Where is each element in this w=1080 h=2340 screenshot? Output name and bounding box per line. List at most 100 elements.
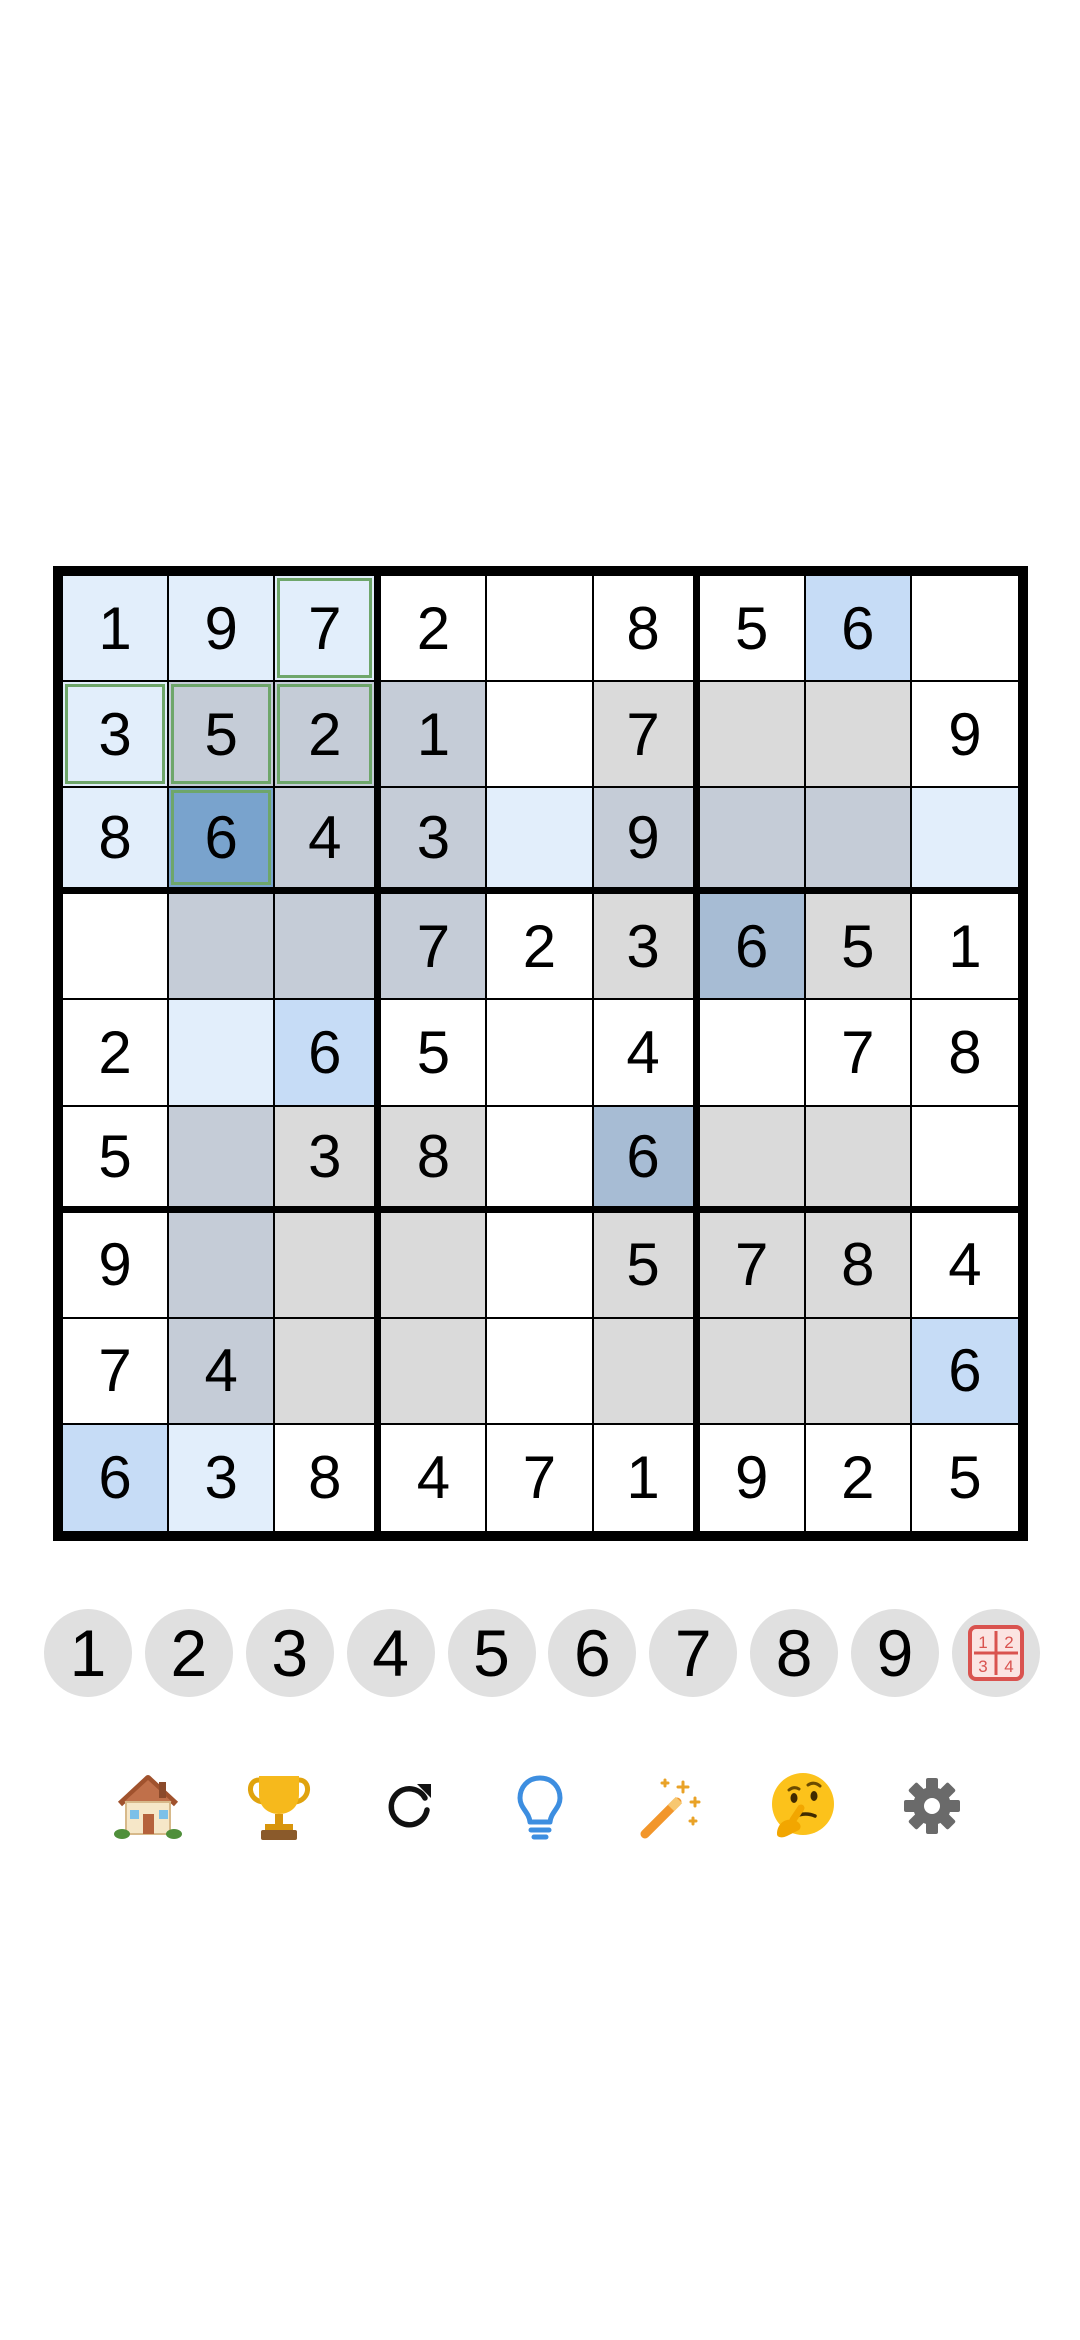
home-button[interactable]	[110, 1768, 186, 1844]
cell-r1-c7[interactable]: 5	[699, 576, 806, 683]
cell-r4-c7[interactable]: 6	[699, 894, 806, 1001]
restart-button[interactable]	[371, 1768, 447, 1844]
cell-r1-c8[interactable]: 6	[805, 576, 912, 683]
cell-r4-c1[interactable]	[63, 894, 170, 1001]
cell-r6-c1[interactable]: 5	[63, 1106, 170, 1213]
cell-r4-c2[interactable]	[169, 894, 276, 1001]
cell-r4-c8[interactable]: 5	[805, 894, 912, 1001]
cell-r5-c9[interactable]: 8	[911, 1000, 1018, 1107]
cell-r5-c1[interactable]: 2	[63, 1000, 170, 1107]
cell-r2-c6[interactable]: 7	[593, 682, 700, 789]
sudoku-board: 1972856352179864397236512654785386957847…	[53, 566, 1028, 1541]
cell-r2-c2[interactable]: 5	[169, 682, 276, 789]
cell-r3-c7[interactable]	[699, 788, 806, 895]
digit-8-button[interactable]: 8	[750, 1609, 839, 1697]
cell-r9-c4[interactable]: 4	[381, 1424, 488, 1531]
cell-r9-c7[interactable]: 9	[699, 1424, 806, 1531]
cell-r2-c7[interactable]	[699, 682, 806, 789]
cell-r5-c4[interactable]: 5	[381, 1000, 488, 1107]
cell-r6-c5[interactable]	[487, 1106, 594, 1213]
cell-r8-c1[interactable]: 7	[63, 1318, 170, 1425]
cell-r4-c9[interactable]: 1	[911, 894, 1018, 1001]
cell-r6-c7[interactable]	[699, 1106, 806, 1213]
cell-r6-c4[interactable]: 8	[381, 1106, 488, 1213]
cell-r9-c1[interactable]: 6	[63, 1424, 170, 1531]
cell-r8-c6[interactable]	[593, 1318, 700, 1425]
cell-r5-c7[interactable]	[699, 1000, 806, 1107]
cell-r7-c3[interactable]	[275, 1212, 382, 1319]
cell-r8-c2[interactable]: 4	[169, 1318, 276, 1425]
cell-r7-c7[interactable]: 7	[699, 1212, 806, 1319]
cell-r1-c1[interactable]: 1	[63, 576, 170, 683]
cell-r5-c8[interactable]: 7	[805, 1000, 912, 1107]
cell-r2-c9[interactable]: 9	[911, 682, 1018, 789]
digit-9-button[interactable]: 9	[851, 1609, 939, 1697]
digit-4-button[interactable]: 4	[346, 1609, 435, 1697]
cell-r9-c9[interactable]: 5	[911, 1424, 1018, 1531]
cell-r6-c6[interactable]: 6	[593, 1106, 700, 1213]
cell-r3-c2[interactable]: 6	[169, 788, 276, 895]
cell-r2-c8[interactable]	[805, 682, 912, 789]
cell-r3-c4[interactable]: 3	[381, 788, 488, 895]
cell-r1-c5[interactable]	[487, 576, 594, 683]
cell-r9-c3[interactable]: 8	[275, 1424, 382, 1531]
cell-r6-c2[interactable]	[169, 1106, 276, 1213]
cell-r8-c5[interactable]	[487, 1318, 594, 1425]
cell-r9-c2[interactable]: 3	[169, 1424, 276, 1531]
notes-toggle-button[interactable]: 1234	[951, 1609, 1040, 1697]
cell-r1-c4[interactable]: 2	[381, 576, 488, 683]
settings-button[interactable]	[894, 1768, 970, 1844]
cell-r4-c4[interactable]: 7	[381, 894, 488, 1001]
digit-5-button[interactable]: 5	[447, 1609, 536, 1697]
cell-r8-c3[interactable]	[275, 1318, 382, 1425]
cell-r6-c8[interactable]	[805, 1106, 912, 1213]
cell-r8-c7[interactable]	[699, 1318, 806, 1425]
cell-r3-c1[interactable]: 8	[63, 788, 170, 895]
cell-r7-c1[interactable]: 9	[63, 1212, 170, 1319]
cell-r1-c3[interactable]: 7	[275, 576, 382, 683]
cell-r5-c6[interactable]: 4	[593, 1000, 700, 1107]
cell-r8-c8[interactable]	[805, 1318, 912, 1425]
cell-r2-c4[interactable]: 1	[381, 682, 488, 789]
cell-r7-c4[interactable]	[381, 1212, 488, 1319]
cell-r7-c9[interactable]: 4	[911, 1212, 1018, 1319]
cell-r3-c8[interactable]	[805, 788, 912, 895]
digit-2-button[interactable]: 2	[144, 1609, 233, 1697]
cell-r1-c9[interactable]	[911, 576, 1018, 683]
cell-r2-c1[interactable]: 3	[63, 682, 170, 789]
cell-r7-c2[interactable]	[169, 1212, 276, 1319]
cell-r7-c8[interactable]: 8	[805, 1212, 912, 1319]
cell-r4-c6[interactable]: 3	[593, 894, 700, 1001]
digit-3-button[interactable]: 3	[245, 1609, 334, 1697]
thinking-button[interactable]	[763, 1768, 839, 1844]
cell-r8-c4[interactable]	[381, 1318, 488, 1425]
cell-r5-c3[interactable]: 6	[275, 1000, 382, 1107]
magic-button[interactable]	[633, 1768, 709, 1844]
cell-r5-c2[interactable]	[169, 1000, 276, 1107]
digit-1-button[interactable]: 1	[44, 1609, 132, 1697]
cell-r7-c6[interactable]: 5	[593, 1212, 700, 1319]
cell-r6-c9[interactable]	[911, 1106, 1018, 1213]
digit-6-button[interactable]: 6	[548, 1609, 637, 1697]
cell-r1-c2[interactable]: 9	[169, 576, 276, 683]
cell-r1-c6[interactable]: 8	[593, 576, 700, 683]
cell-r2-c3[interactable]: 2	[275, 682, 382, 789]
cell-r3-c9[interactable]	[911, 788, 1018, 895]
cell-r6-c3[interactable]: 3	[275, 1106, 382, 1213]
cell-r9-c8[interactable]: 2	[805, 1424, 912, 1531]
refresh-icon	[388, 1784, 432, 1828]
hint-button[interactable]	[502, 1768, 578, 1844]
cell-r3-c3[interactable]: 4	[275, 788, 382, 895]
cell-r7-c5[interactable]	[487, 1212, 594, 1319]
cell-r4-c3[interactable]	[275, 894, 382, 1001]
cell-r5-c5[interactable]	[487, 1000, 594, 1107]
cell-r9-c5[interactable]: 7	[487, 1424, 594, 1531]
cell-r3-c6[interactable]: 9	[593, 788, 700, 895]
cell-r8-c9[interactable]: 6	[911, 1318, 1018, 1425]
cell-r3-c5[interactable]	[487, 788, 594, 895]
cell-r4-c5[interactable]: 2	[487, 894, 594, 1001]
trophy-button[interactable]	[241, 1768, 317, 1844]
cell-r2-c5[interactable]	[487, 682, 594, 789]
cell-r9-c6[interactable]: 1	[593, 1424, 700, 1531]
digit-7-button[interactable]: 7	[649, 1609, 738, 1697]
